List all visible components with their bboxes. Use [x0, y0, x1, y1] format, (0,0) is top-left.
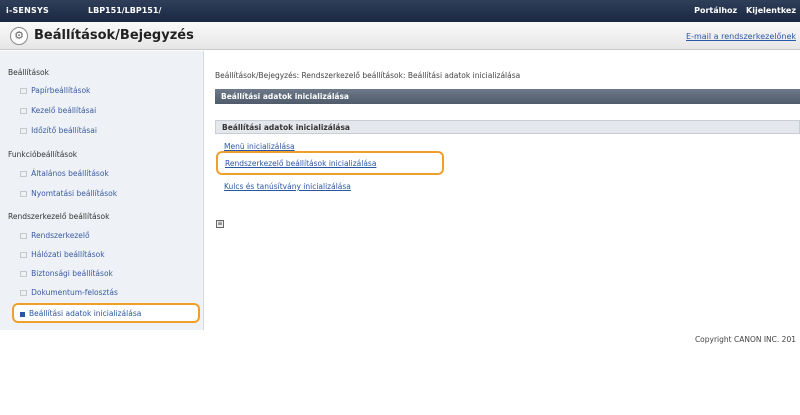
sidebar-item-print[interactable]: □ Nyomtatási beállítások: [20, 189, 117, 198]
sidebar-item-label: Nyomtatási beállítások: [31, 189, 118, 198]
gear-icon: ⚙: [10, 27, 28, 45]
sidebar-item-timer[interactable]: □ Időzítő beállításai: [20, 126, 97, 135]
sidebar-selected-wrap: Beállítási adatok inicializálása: [20, 309, 141, 318]
copyright: Copyright CANON INC. 201: [694, 335, 796, 344]
sidebar-item-paper[interactable]: □ Papírbeállítások: [20, 86, 90, 95]
sidebar-item-label: Dokumentum-felosztás: [31, 288, 118, 297]
sidebar-item-security[interactable]: □ Biztonsági beállítások: [20, 269, 113, 278]
bullet-icon: □: [20, 126, 28, 135]
menu-init-link[interactable]: Menü inicializálása: [224, 142, 295, 151]
bullet-icon: □: [20, 250, 28, 259]
sidebar-item-label: Hálózati beállítások: [31, 250, 105, 259]
sidebar-item-label: Beállítási adatok inicializálása: [29, 309, 142, 318]
portal-link[interactable]: Portálhoz: [694, 6, 737, 15]
top-bar: i-SENSYS LBP151/LBP151/ Portálhoz Kijele…: [0, 0, 800, 22]
sidebar-heading-admin: Rendszerkezelő beállítások: [8, 212, 110, 221]
bullet-icon: □: [20, 269, 28, 278]
sidebar-item-label: Általános beállítások: [31, 169, 109, 178]
breadcrumb: Beállítások/Bejegyzés: Rendszerkezelő be…: [215, 71, 521, 80]
main-content: Beállítások/Bejegyzés: Rendszerkezelő be…: [205, 51, 800, 330]
bullet-icon: □: [20, 189, 28, 198]
top-links: Portálhoz Kijelentkez: [688, 6, 796, 15]
admin-settings-init-link[interactable]: Rendszerkezelő beállítások inicializálás…: [225, 159, 376, 168]
mail-admin-link[interactable]: E-mail a rendszerkezelőnek: [686, 32, 796, 41]
sidebar-item-label: Papírbeállítások: [31, 86, 91, 95]
brand-label: i-SENSYS: [6, 6, 49, 15]
sidebar-item-init-selected[interactable]: Beállítási adatok inicializálása: [12, 303, 200, 323]
sidebar-item-network[interactable]: □ Hálózati beállítások: [20, 250, 105, 259]
sidebar-item-control[interactable]: □ Kezelő beállításai: [20, 106, 96, 115]
sidebar-item-general[interactable]: □ Általános beállítások: [20, 169, 109, 178]
page-header: ⚙ Beállítások/Bejegyzés E-mail a rendsze…: [0, 22, 800, 50]
sidebar-item-label: Rendszerkezelő: [31, 231, 90, 240]
sidebar-heading-settings: Beállítások: [8, 68, 49, 77]
panel-title: Beállítási adatok inicializálása: [215, 89, 800, 104]
bullet-icon: □: [20, 231, 28, 240]
logout-link[interactable]: Kijelentkez: [746, 6, 796, 15]
sidebar: Beállítások □ Papírbeállítások □ Kezelő be…: [0, 51, 204, 330]
selected-bullet-icon: [20, 311, 25, 317]
key-cert-init-link[interactable]: Kulcs és tanúsítvány inicializálása: [224, 182, 351, 191]
sidebar-item-label: Kezelő beállításai: [31, 106, 97, 115]
sidebar-item-label: Biztonsági beállítások: [31, 269, 113, 278]
highlighted-admin-init: Rendszerkezelő beállítások inicializálás…: [216, 151, 444, 175]
page-title: Beállítások/Bejegyzés: [34, 28, 194, 43]
sidebar-item-document[interactable]: □ Dokumentum-felosztás: [20, 288, 118, 297]
sidebar-item-label: Időzítő beállításai: [31, 126, 97, 135]
sidebar-heading-functions: Funkcióbeállítások: [8, 150, 78, 159]
page-top-icon[interactable]: ≡: [216, 220, 224, 228]
bullet-icon: □: [20, 106, 28, 115]
sidebar-item-administrator[interactable]: □ Rendszerkezelő: [20, 231, 90, 240]
bullet-icon: □: [20, 169, 28, 178]
bullet-icon: □: [20, 86, 28, 95]
subsection-title: Beállítási adatok inicializálása: [215, 120, 800, 134]
model-label: LBP151/LBP151/: [88, 6, 162, 15]
bullet-icon: □: [20, 288, 28, 297]
